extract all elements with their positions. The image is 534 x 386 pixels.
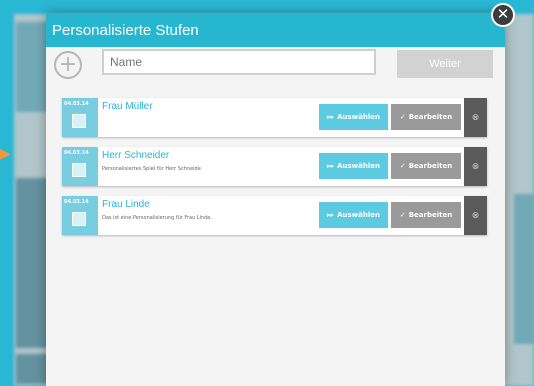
date-label: 04.03.14	[64, 101, 89, 107]
select-button[interactable]: ▸▸ Auswählen	[319, 202, 388, 228]
save-icon	[72, 163, 86, 177]
item-title: Herr Schneider	[102, 150, 170, 161]
close-icon: ⊗	[471, 112, 480, 122]
date-box: 04.03.14	[62, 196, 98, 235]
select-label: Auswählen	[337, 162, 380, 170]
levels-list: 04.03.14 Frau Müller ▸▸ Auswählen ✓ Bear…	[62, 98, 487, 245]
date-box: 04.03.14	[62, 147, 98, 186]
item-description: Personalisiertes Spiel für Herr Schneide	[102, 166, 201, 172]
name-input[interactable]	[102, 49, 376, 75]
select-label: Auswählen	[337, 211, 380, 219]
next-button[interactable]: Weiter	[397, 50, 493, 78]
double-arrow-icon: ▸▸	[327, 211, 335, 219]
double-arrow-icon: ▸▸	[327, 113, 335, 121]
select-label: Auswählen	[337, 113, 380, 121]
edit-button[interactable]: ✓ Bearbeiten	[391, 104, 461, 130]
checkmark-icon: ✓	[399, 113, 406, 121]
item-description: Das ist eine Personalisierung für Frau L…	[102, 215, 212, 221]
item-title: Frau Müller	[102, 101, 153, 112]
background-card	[514, 194, 534, 344]
close-icon[interactable]: ✕	[491, 3, 515, 27]
date-label: 04.03.14	[64, 199, 89, 205]
list-item: 04.03.14 Frau Müller ▸▸ Auswählen ✓ Bear…	[62, 98, 487, 137]
checkmark-icon: ✓	[399, 211, 406, 219]
close-icon: ⊗	[471, 210, 480, 220]
plus-circle-icon[interactable]: +	[54, 51, 82, 79]
date-box: 04.03.14	[62, 98, 98, 137]
dialog-title: Personalisierte Stufen	[52, 21, 199, 39]
background-arrow-icon: ▶	[0, 146, 11, 162]
checkmark-icon: ✓	[399, 162, 406, 170]
double-arrow-icon: ▸▸	[327, 162, 335, 170]
save-icon	[72, 212, 86, 226]
edit-label: Bearbeiten	[408, 211, 453, 219]
select-button[interactable]: ▸▸ Auswählen	[319, 104, 388, 130]
edit-label: Bearbeiten	[408, 113, 453, 121]
add-row: +	[54, 51, 82, 79]
edit-label: Bearbeiten	[408, 162, 453, 170]
date-label: 04.03.14	[64, 150, 89, 156]
edit-button[interactable]: ✓ Bearbeiten	[391, 153, 461, 179]
dialog-header: Personalisierte Stufen	[46, 13, 505, 47]
item-title: Frau Linde	[102, 199, 150, 210]
close-icon: ⊗	[471, 161, 480, 171]
list-item: 04.03.14 Frau Linde Das ist eine Persona…	[62, 196, 487, 235]
select-button[interactable]: ▸▸ Auswählen	[319, 153, 388, 179]
list-item: 04.03.14 Herr Schneider Personalisiertes…	[62, 147, 487, 186]
edit-button[interactable]: ✓ Bearbeiten	[391, 202, 461, 228]
personalized-levels-dialog: Personalisierte Stufen + Weiter 04.03.14…	[46, 13, 505, 386]
delete-button[interactable]: ⊗	[464, 147, 487, 186]
delete-button[interactable]: ⊗	[464, 98, 487, 137]
save-icon	[72, 114, 86, 128]
delete-button[interactable]: ⊗	[464, 196, 487, 235]
